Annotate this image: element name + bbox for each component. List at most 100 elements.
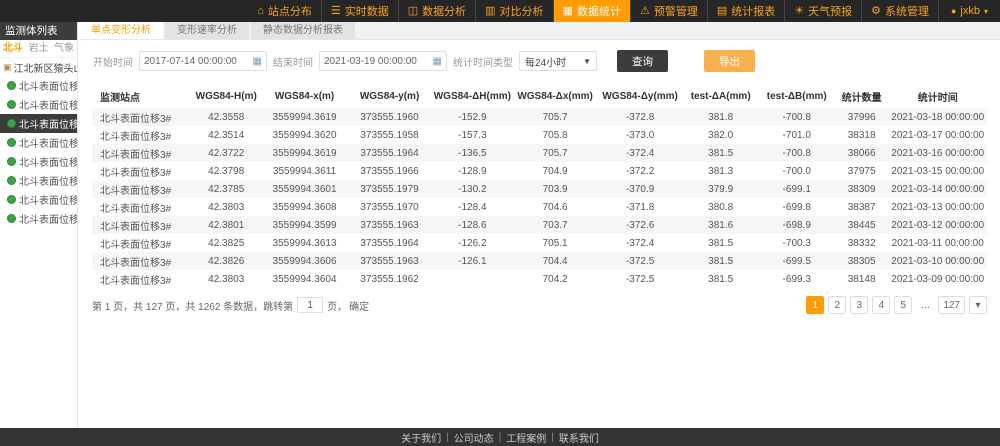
table-cell: 38318: [835, 126, 889, 144]
page-button[interactable]: 127: [938, 296, 965, 314]
page-button[interactable]: 5: [894, 296, 912, 314]
start-time-input[interactable]: 2017-07-14 00:00:00 ▦: [139, 51, 267, 71]
table-cell: 42.3803: [190, 270, 262, 288]
sidebar-tab[interactable]: 气象: [51, 40, 77, 57]
nav-item-label: 站点分布: [268, 3, 312, 19]
query-button[interactable]: 查询: [617, 50, 668, 72]
sidebar-title: 监测体列表: [0, 22, 77, 40]
nav-item-label: 系统管理: [885, 3, 929, 19]
nav-menu: ⌂ 站点分布 ☰ 实时数据 ◫ 数据分析 ▥ 对比分析 ▦ 数据统计 ⚠ 预警管…: [248, 0, 938, 22]
interval-select[interactable]: 每24小时 ▼: [519, 51, 597, 71]
sidebar: 监测体列表 北斗岩土气象 ▣ 江北新区猿头山... 北斗表面位移1# 北斗表面位…: [0, 22, 78, 428]
nav-item[interactable]: ▦ 数据统计: [553, 0, 630, 22]
footer-link[interactable]: 联系我们: [559, 430, 599, 445]
table-cell: 3559994.3608: [262, 198, 347, 216]
table-cell: 38066: [835, 144, 889, 162]
table-row[interactable]: 北斗表面位移3#42.38033559994.3608373555.1970-1…: [92, 198, 987, 216]
user-icon: ●: [951, 6, 956, 16]
nav-item[interactable]: ▥ 对比分析: [475, 0, 552, 22]
compare-analysis-icon: ▥: [485, 6, 495, 17]
table-cell: 373555.1964: [347, 144, 432, 162]
table-cell: -698.9: [759, 216, 835, 234]
user-name: jxkb: [960, 5, 980, 17]
table-cell: 3559994.3619: [262, 144, 347, 162]
sidebar-item[interactable]: 北斗表面位移4#: [0, 133, 77, 152]
page-button[interactable]: 4: [872, 296, 890, 314]
table-row[interactable]: 北斗表面位移3#42.37223559994.3619373555.1964-1…: [92, 144, 987, 162]
nav-item[interactable]: ◫ 数据分析: [398, 0, 475, 22]
table-row[interactable]: 北斗表面位移3#42.38253559994.3613373555.1964-1…: [92, 234, 987, 252]
table-cell: -372.5: [598, 270, 683, 288]
footer-link[interactable]: 关于我们: [401, 430, 441, 445]
nav-item[interactable]: ☀ 天气预报: [784, 0, 861, 22]
nav-item[interactable]: ⚠ 预警管理: [630, 0, 707, 22]
table-row[interactable]: 北斗表面位移3#42.38013559994.3599373555.1963-1…: [92, 216, 987, 234]
station-cell: 北斗表面位移3#: [92, 180, 190, 198]
sidebar-item[interactable]: 北斗表面位移2#: [0, 95, 77, 114]
interval-type-label: 统计时间类型: [453, 54, 513, 69]
sidebar-tab[interactable]: 岩土: [26, 40, 52, 57]
table-cell: 42.3803: [190, 198, 262, 216]
analysis-tab[interactable]: 静态数据分析报表: [251, 22, 355, 39]
page-button[interactable]: 2: [828, 296, 846, 314]
table-cell: 2021-03-11 00:00:00: [888, 234, 987, 252]
sidebar-tab[interactable]: 北斗: [0, 40, 26, 57]
table-cell: 42.3785: [190, 180, 262, 198]
nav-item[interactable]: ▤ 统计报表: [707, 0, 784, 22]
end-time-input[interactable]: 2021-03-19 00:00:00 ▦: [319, 51, 447, 71]
data-analysis-icon: ◫: [408, 6, 418, 17]
page-button[interactable]: ▾: [969, 296, 987, 314]
calendar-icon[interactable]: ▦: [253, 56, 262, 67]
table-cell: 37996: [835, 108, 889, 126]
nav-item[interactable]: ☰ 实时数据: [321, 0, 398, 22]
sidebar-item[interactable]: 北斗表面位移6#: [0, 171, 77, 190]
sidebar-item[interactable]: 北斗表面位移3#: [0, 114, 77, 133]
table-row[interactable]: 北斗表面位移3#42.35143559994.3620373555.1958-1…: [92, 126, 987, 144]
status-dot-icon: [7, 214, 16, 223]
nav-item[interactable]: ⌂ 站点分布: [248, 0, 321, 22]
column-header: 统计时间: [888, 84, 987, 108]
page-button[interactable]: …: [916, 296, 934, 314]
status-dot-icon: [7, 176, 16, 185]
page-jump-confirm[interactable]: 确定: [349, 298, 369, 313]
export-button[interactable]: 导出: [704, 50, 755, 72]
sidebar-group[interactable]: ▣ 江北新区猿头山...: [0, 58, 77, 76]
table-cell: -372.8: [598, 108, 683, 126]
table-row[interactable]: 北斗表面位移3#42.38033559994.3604373555.196270…: [92, 270, 987, 288]
page-jump-input[interactable]: [297, 297, 323, 313]
station-cell: 北斗表面位移3#: [92, 126, 190, 144]
footer: 关于我们|公司动态|工程案例|联系我们: [0, 428, 1000, 446]
pagination-text-after: 页，: [327, 298, 347, 313]
nav-item[interactable]: ⚙ 系统管理: [861, 0, 938, 22]
footer-separator: |: [551, 432, 554, 443]
table-row[interactable]: 北斗表面位移3#42.37853559994.3601373555.1979-1…: [92, 180, 987, 198]
table-row[interactable]: 北斗表面位移3#42.37983559994.3611373555.1966-1…: [92, 162, 987, 180]
user-menu[interactable]: ● jxkb ▾: [938, 0, 1000, 22]
page-button[interactable]: 1: [806, 296, 824, 314]
sidebar-item-label: 北斗表面位移8#: [19, 211, 77, 226]
page-button[interactable]: 3: [850, 296, 868, 314]
table-cell: 37975: [835, 162, 889, 180]
sidebar-item[interactable]: 北斗表面位移8#: [0, 209, 77, 228]
footer-link[interactable]: 公司动态: [454, 430, 494, 445]
table-cell: 373555.1960: [347, 108, 432, 126]
table-row[interactable]: 北斗表面位移3#42.35583559994.3619373555.1960-1…: [92, 108, 987, 126]
column-header: WGS84-x(m): [262, 84, 347, 108]
table-row[interactable]: 北斗表面位移3#42.38263559994.3606373555.1963-1…: [92, 252, 987, 270]
table-cell: -152.9: [432, 108, 513, 126]
table-cell: 2021-03-09 00:00:00: [888, 270, 987, 288]
calendar-icon[interactable]: ▦: [433, 56, 442, 67]
table-cell: 705.8: [513, 126, 598, 144]
table-cell: [432, 270, 513, 288]
footer-link[interactable]: 工程案例: [506, 430, 546, 445]
table-cell: 2021-03-17 00:00:00: [888, 126, 987, 144]
sidebar-item[interactable]: 北斗表面位移7#: [0, 190, 77, 209]
sidebar-item[interactable]: 北斗表面位移5#: [0, 152, 77, 171]
analysis-tab[interactable]: 变形速率分析: [165, 22, 249, 39]
sidebar-item[interactable]: 北斗表面位移1#: [0, 76, 77, 95]
analysis-tab[interactable]: 单点变形分析: [79, 22, 163, 39]
sidebar-item-label: 北斗表面位移6#: [19, 173, 77, 188]
table-cell: 703.7: [513, 216, 598, 234]
nav-item-label: 统计报表: [731, 3, 775, 19]
table-cell: 373555.1964: [347, 234, 432, 252]
